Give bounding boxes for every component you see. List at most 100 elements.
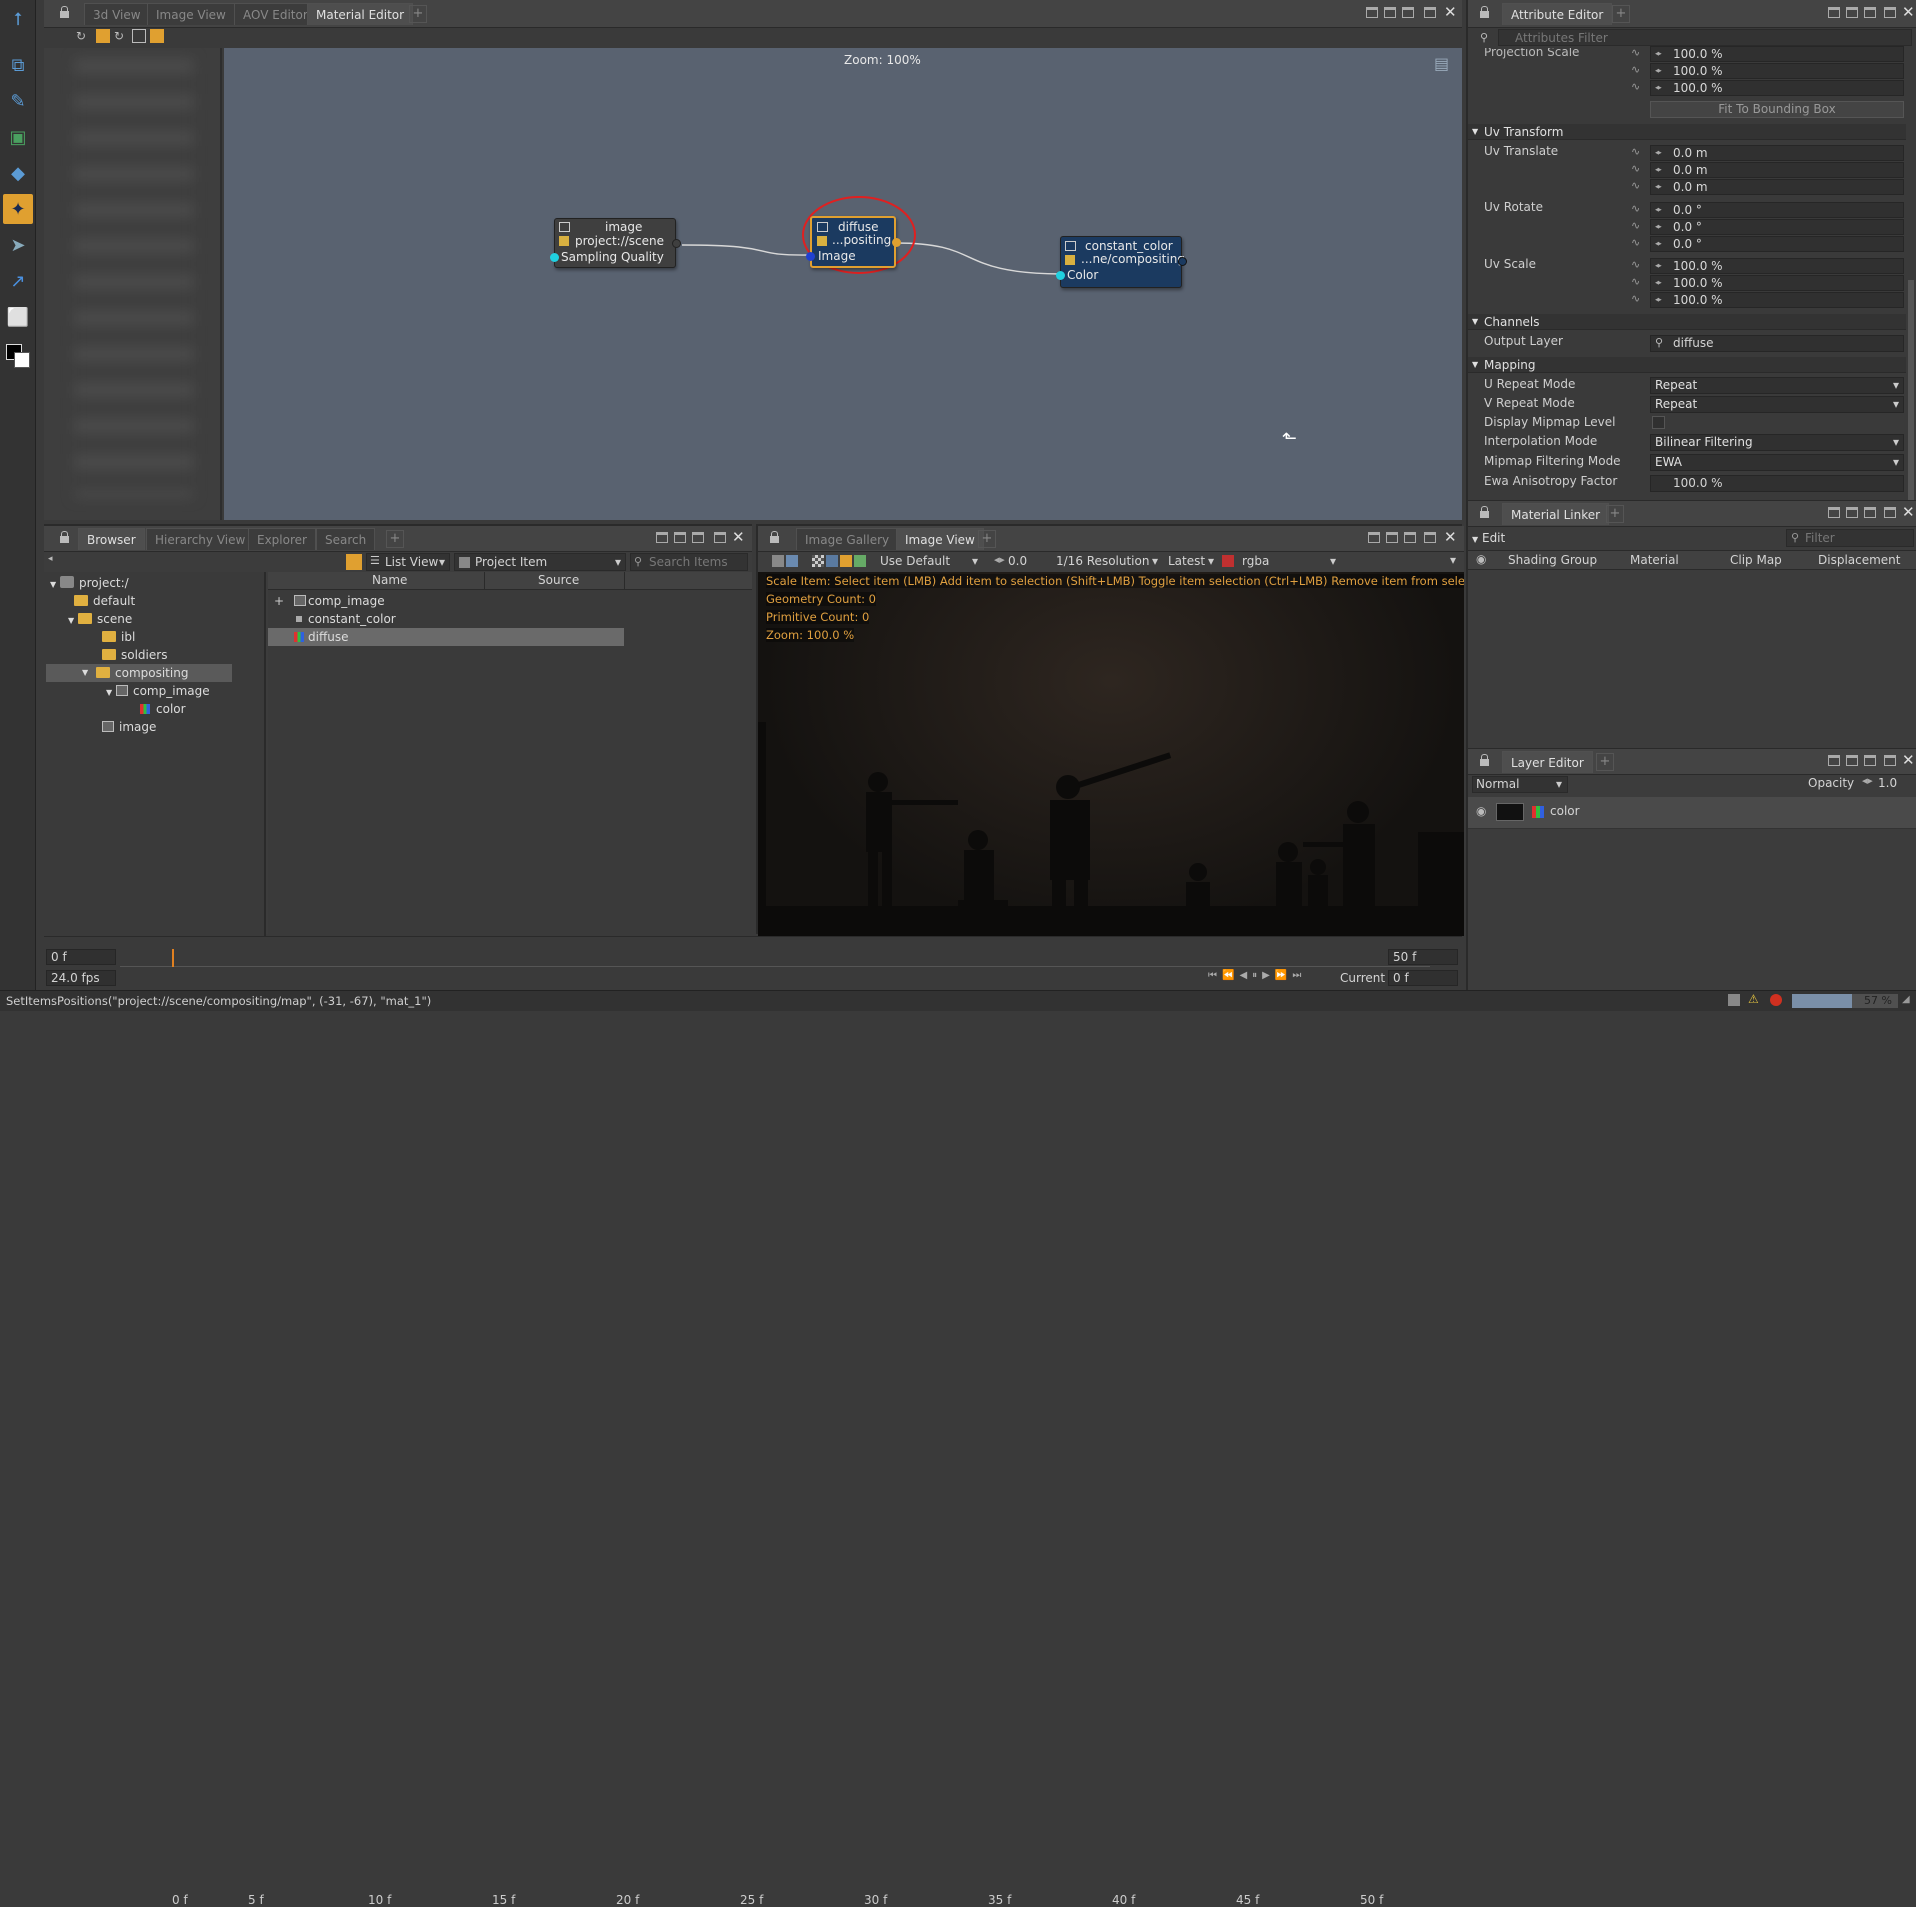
attribute-scrollbar[interactable] [1908,280,1914,500]
image-viewport[interactable]: Scale Item: Select item (LMB) Add item t… [758,572,1464,936]
tree-item-soldiers[interactable]: soldiers [102,646,167,664]
pause-icon[interactable]: ⏸ [1252,970,1262,981]
tree-item-color[interactable]: color [140,700,186,718]
layout-button-1[interactable] [1366,7,1378,18]
uv-scale-y[interactable]: 100.0 % [1631,275,1904,291]
maximize-button[interactable] [1424,532,1436,543]
lock-icon[interactable] [60,531,69,543]
fit-to-bounding-box-button[interactable]: Fit To Bounding Box [1650,101,1904,118]
maximize-button[interactable] [1884,755,1896,766]
node-editor-canvas[interactable]: Zoom: 100% ▤ image project://scene Sampl… [224,48,1462,520]
tree-item-scene[interactable]: ▼ scene [68,610,132,628]
region-icon[interactable] [840,555,852,567]
mipmap-filtering-mode-select[interactable]: EWA [1650,454,1904,471]
tree-item-image[interactable]: image [102,718,156,736]
select-tool-icon[interactable]: ⭡ [3,4,33,34]
layout-button-3[interactable] [1402,7,1414,18]
lock-icon[interactable] [1480,6,1489,18]
error-icon[interactable] [1770,994,1782,1006]
display-mipmap-level-checkbox[interactable] [1652,416,1665,429]
blend-mode-select[interactable]: Normal [1472,776,1568,793]
layout-button-1[interactable] [1828,507,1840,518]
image-tool-icon[interactable]: ▣ [3,122,33,152]
attributes-filter-input[interactable]: Attributes Filter [1498,29,1912,46]
tab-3d-view[interactable]: 3d View [84,3,150,25]
output-port[interactable] [1178,257,1187,266]
layout-button-2[interactable] [1846,507,1858,518]
last-frame-icon[interactable]: ⏭ [1292,970,1306,981]
layout-button-3[interactable] [1404,532,1416,543]
maximize-button[interactable] [714,532,726,543]
list-item-comp-image[interactable]: + comp_image [268,592,624,610]
use-default-select[interactable]: Use Default ▾ [876,553,982,571]
pen-tool-icon[interactable]: ✎ [3,86,33,116]
item-type-select[interactable]: Project Item ▾ [454,553,626,571]
transform-tool-icon[interactable]: ⧉ [3,50,33,80]
input-port[interactable] [1056,271,1065,280]
tab-explorer[interactable]: Explorer [248,528,316,550]
layout-button-2[interactable] [1846,755,1858,766]
tab-image-view[interactable]: Image View [896,528,984,550]
opacity-field[interactable]: 1.0 [1878,776,1914,790]
output-layer-field[interactable]: ⚲ diffuse [1650,335,1904,352]
tab-search[interactable]: Search [316,528,376,550]
mapping-section[interactable]: Mapping [1468,357,1906,373]
grid-icon[interactable] [826,555,838,567]
uv-scale-z[interactable]: 100.0 % [1631,292,1904,308]
timeline-end-field[interactable]: 50 f [1388,949,1458,965]
lock-icon[interactable] [1480,754,1489,766]
node-tool-icon[interactable]: ✦ [3,194,33,224]
close-icon[interactable]: ✕ [1902,751,1915,769]
projection-scale-z[interactable]: 100.0 % [1631,80,1904,96]
maximize-button[interactable] [1884,507,1896,518]
tab-material-linker[interactable]: Material Linker [1502,503,1610,525]
lock-icon[interactable] [1480,506,1489,518]
projection-scale-y[interactable]: 100.0 % [1631,63,1904,79]
tab-layer-editor[interactable]: Layer Editor [1502,751,1593,773]
input-port[interactable] [550,253,559,262]
timeline-ruler[interactable] [120,947,1430,967]
checker-icon[interactable] [812,555,824,567]
chevron-down-icon[interactable]: ▾ [1450,553,1456,567]
uv-translate-z[interactable]: 0.0 m [1631,179,1904,195]
channels-section[interactable]: Channels [1468,314,1906,330]
list-item-diffuse[interactable]: diffuse [268,628,624,646]
uv-rotate-z[interactable]: 0.0 ° [1631,236,1904,252]
col-clip-map[interactable]: Clip Map [1730,553,1782,567]
material-linker-filter-input[interactable]: ⚲ Filter [1786,529,1914,547]
playhead[interactable] [172,949,174,967]
u-repeat-mode-select[interactable]: Repeat [1650,377,1904,394]
arrow-tool-icon[interactable]: ↗ [3,266,33,296]
next-key-icon[interactable]: ⏩ [1275,970,1292,981]
eraser-tool-icon[interactable]: ⬜ [3,302,33,332]
uv-translate-x[interactable]: 0.0 m [1631,145,1904,161]
add-tab-button[interactable]: + [1596,753,1614,771]
maximize-button[interactable] [1884,7,1896,18]
output-port[interactable] [892,238,901,247]
tab-image-view[interactable]: Image View [147,3,235,25]
edit-menu[interactable]: ▼ Edit [1472,531,1505,545]
exposure-field[interactable]: 0.0 [1008,554,1027,568]
tab-image-gallery[interactable]: Image Gallery [796,528,899,550]
layer-row[interactable]: ◉ color [1468,797,1916,829]
uv-rotate-y[interactable]: 0.0 ° [1631,219,1904,235]
ewa-anisotropy-factor-field[interactable]: 100.0 % [1650,475,1904,492]
list-item-constant-color[interactable]: constant_color [268,610,624,628]
latest-select[interactable]: Latest ▾ [1164,553,1218,571]
output-port[interactable] [672,239,681,248]
tree-item-ibl[interactable]: ibl [102,628,135,646]
close-icon[interactable]: ✕ [1902,503,1915,521]
play-icon[interactable]: ▶ [1262,970,1275,981]
script-icon[interactable] [1728,994,1740,1006]
play-backward-icon[interactable]: ◀ [1239,970,1252,981]
tab-attribute-editor[interactable]: Attribute Editor [1502,3,1613,25]
image-node[interactable]: image project://scene Sampling Quality [550,218,681,268]
uv-rotate-x[interactable]: 0.0 ° [1631,202,1904,218]
col-name[interactable]: Name [372,573,407,587]
uv-transform-section[interactable]: Uv Transform [1468,124,1906,140]
close-icon[interactable]: ✕ [1902,3,1915,21]
save-icon[interactable] [786,555,798,567]
lut-icon[interactable] [854,555,866,567]
sync-icon[interactable]: ↻ [114,29,124,43]
add-tab-button[interactable]: + [409,5,427,23]
